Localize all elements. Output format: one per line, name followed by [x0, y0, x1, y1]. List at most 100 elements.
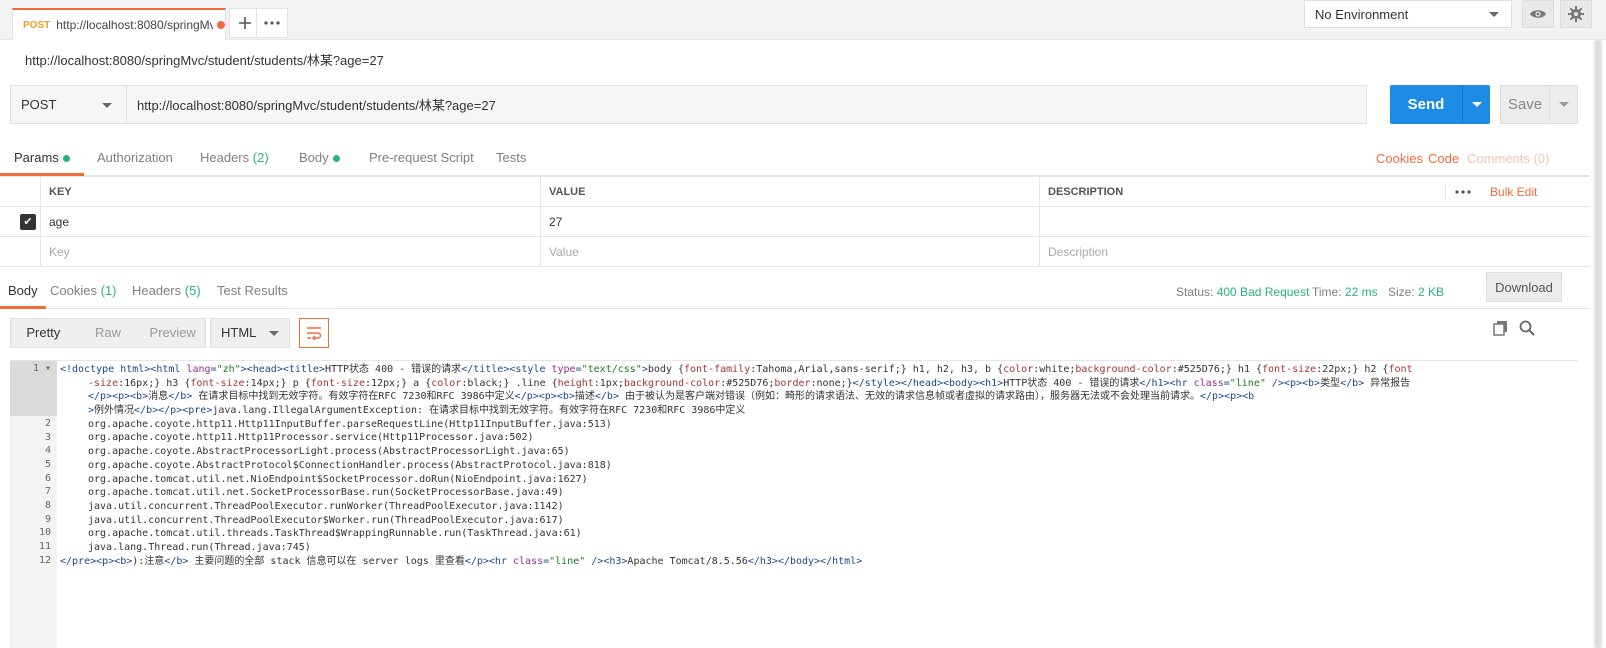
- scrollbar-thumb[interactable]: [1595, 40, 1601, 648]
- tab-more-button[interactable]: [256, 8, 288, 38]
- code-line: java.util.concurrent.ThreadPoolExecutor$…: [88, 514, 564, 526]
- request-name[interactable]: http://localhost:8080/springMvc/student/…: [25, 50, 384, 69]
- scrollbar[interactable]: [1593, 40, 1603, 648]
- tab-params[interactable]: Params: [0, 142, 84, 176]
- code-line: org.apache.coyote.http11.Http11InputBuff…: [88, 418, 612, 430]
- table-row-new: Key Value Description: [0, 237, 1590, 267]
- wrap-lines-button[interactable]: [299, 318, 329, 348]
- save-button[interactable]: Save: [1500, 85, 1550, 124]
- ellipsis-icon: [264, 21, 280, 25]
- table-row: ✔ age 27: [0, 207, 1590, 237]
- environment-quick-look-button[interactable]: [1522, 0, 1554, 28]
- code-link[interactable]: Code: [1428, 142, 1459, 176]
- view-preview[interactable]: Preview: [140, 319, 205, 347]
- comments-link[interactable]: Comments (0): [1467, 142, 1549, 176]
- ellipsis-icon: [1454, 190, 1471, 194]
- environment-settings-button[interactable]: [1560, 0, 1592, 28]
- format-select[interactable]: HTML: [210, 318, 290, 348]
- param-value-input[interactable]: 27: [540, 207, 1040, 237]
- url-bar: POST: [10, 85, 1367, 124]
- line-number: 2: [44, 417, 51, 429]
- new-key-input[interactable]: Key: [40, 237, 540, 267]
- code-line: org.apache.tomcat.util.net.SocketProcess…: [88, 487, 564, 499]
- column-description: DESCRIPTION: [1039, 177, 1439, 207]
- response-tab-headers-label: Headers: [132, 283, 182, 298]
- method-selected: POST: [21, 97, 57, 112]
- cookies-link[interactable]: Cookies: [1376, 142, 1423, 176]
- code-line: </pre><p><b>):注意</b> 主要问题的全部 stack 信息可以在…: [60, 555, 863, 567]
- param-key-input[interactable]: age: [40, 207, 540, 237]
- code-line: >例外情况</b></p><pre>java.lang.IllegalArgum…: [88, 405, 746, 417]
- tab-body-label: Body: [299, 150, 329, 165]
- response-tab-body[interactable]: Body: [0, 275, 46, 309]
- eye-icon: [1530, 10, 1546, 18]
- method-select[interactable]: POST: [11, 86, 127, 123]
- line-number: 4: [44, 445, 51, 457]
- tab-authorization[interactable]: Authorization: [97, 142, 173, 176]
- view-raw[interactable]: Raw: [76, 319, 141, 347]
- copy-button[interactable]: [1493, 320, 1509, 336]
- chevron-down-icon: [1489, 12, 1499, 17]
- save-options-button[interactable]: [1550, 85, 1578, 124]
- new-value-input[interactable]: Value: [540, 237, 1040, 267]
- params-more-button[interactable]: [1445, 183, 1479, 201]
- line-number: 7: [44, 486, 51, 498]
- line-number: 3: [44, 431, 51, 443]
- row-enabled-checkbox[interactable]: ✔: [20, 214, 36, 230]
- tab-headers-count: (2): [252, 150, 269, 165]
- line-number: 1 ▾: [32, 363, 51, 374]
- tab-headers-label: Headers: [200, 150, 250, 165]
- params-table: KEY VALUE DESCRIPTION Bulk Edit ✔ age 27…: [0, 176, 1590, 267]
- response-tab-cookies-count: (1): [100, 283, 117, 298]
- column-key: KEY: [40, 177, 540, 207]
- code-line: -size:16px;} h3 {font-size:14px;} p {fon…: [88, 377, 1411, 389]
- chevron-down-icon: [1558, 102, 1569, 107]
- code-line: org.apache.coyote.http11.Http11Processor…: [88, 432, 534, 444]
- status-value: 400 Bad Request: [1216, 285, 1310, 299]
- plus-icon: [239, 17, 251, 29]
- send-button[interactable]: Send: [1390, 85, 1462, 124]
- param-description-input[interactable]: [1039, 207, 1590, 237]
- line-number: 11: [38, 541, 51, 553]
- size-label: Size:: [1388, 285, 1415, 299]
- tab-body[interactable]: Body: [299, 142, 340, 176]
- gear-icon: [1568, 6, 1584, 22]
- tab-prerequest-script[interactable]: Pre-request Script: [369, 142, 474, 176]
- environment-select[interactable]: No Environment: [1304, 0, 1512, 28]
- response-body-editor[interactable]: 1 ▾ 2 3 4 5 6 7 8 9 10 11 12 <!doctype html><html l…: [10, 360, 1578, 648]
- format-selected: HTML: [221, 325, 257, 340]
- response-tab-test-results[interactable]: Test Results: [217, 275, 288, 309]
- tab-bar: POST http://localhost:8080/springMvc No …: [0, 0, 1606, 40]
- new-description-input[interactable]: Description: [1039, 237, 1590, 267]
- response-tab-headers[interactable]: Headers (5): [132, 275, 201, 309]
- request-tabs: Params Authorization Headers (2) Body Pr…: [0, 142, 1590, 176]
- tab-headers[interactable]: Headers (2): [200, 142, 269, 176]
- search-button[interactable]: [1519, 320, 1535, 336]
- line-number: 10: [38, 527, 51, 539]
- request-tab[interactable]: POST http://localhost:8080/springMvc: [12, 8, 226, 40]
- status-dot-icon: [332, 155, 340, 163]
- response-tab-cookies[interactable]: Cookies (1): [50, 275, 116, 309]
- send-options-button[interactable]: [1462, 85, 1490, 124]
- url-input[interactable]: [127, 86, 1366, 123]
- line-number: 6: [44, 472, 51, 484]
- status-dot-icon: [62, 155, 70, 163]
- code-line: org.apache.tomcat.util.net.NioEndpoint$S…: [88, 473, 588, 485]
- size-value: 2 KB: [1418, 285, 1445, 299]
- download-button[interactable]: Download: [1486, 272, 1562, 302]
- view-pretty[interactable]: Pretty: [11, 319, 76, 347]
- code-line: org.apache.coyote.AbstractProtocol$Conne…: [88, 459, 612, 471]
- code-line: java.util.concurrent.ThreadPoolExecutor.…: [88, 500, 564, 512]
- tab-tests[interactable]: Tests: [496, 142, 526, 176]
- chevron-down-icon: [102, 103, 112, 108]
- code-line: java.lang.Thread.run(Thread.java:745): [88, 541, 311, 553]
- code-line: </p><p><b>消息</b> 在请求目标中找到无效字符。有效字符在RFC 7…: [88, 391, 1255, 403]
- environment-selected: No Environment: [1315, 6, 1409, 22]
- status-label: Status:: [1176, 285, 1214, 299]
- wrap-lines-icon: [307, 327, 322, 340]
- response-time: Time: 22 ms: [1312, 275, 1378, 309]
- search-icon: [1519, 320, 1535, 336]
- time-value: 22 ms: [1344, 285, 1378, 299]
- bulk-edit-link[interactable]: Bulk Edit: [1490, 177, 1537, 207]
- line-number: 5: [44, 458, 51, 470]
